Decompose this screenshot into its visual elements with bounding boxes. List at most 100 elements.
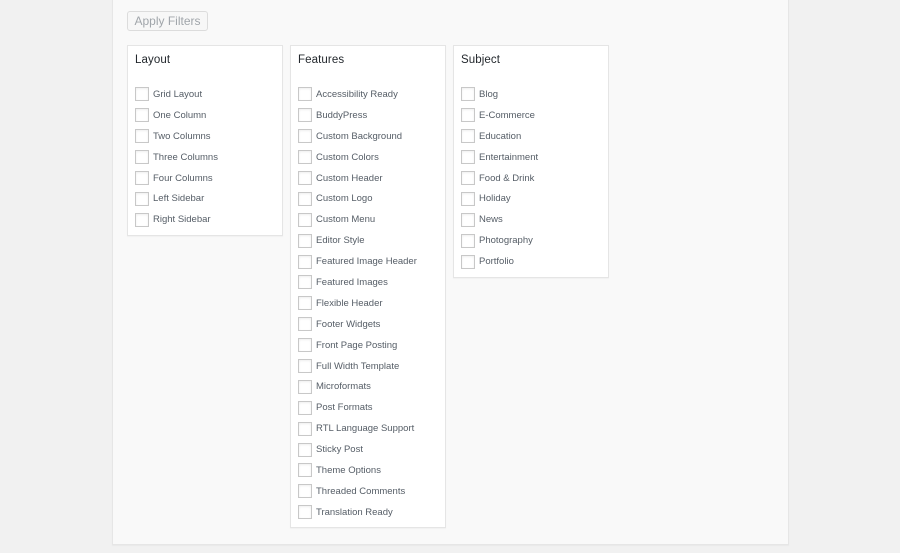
checkbox[interactable] (461, 150, 475, 165)
filter-option-label[interactable]: Front Page Posting (316, 340, 397, 351)
checkbox[interactable] (298, 254, 312, 269)
filter-option-label[interactable]: Three Columns (153, 152, 218, 163)
filter-option[interactable]: Holiday (461, 188, 538, 209)
filter-option-label[interactable]: Featured Images (316, 277, 388, 288)
checkbox[interactable] (298, 171, 312, 185)
checkbox[interactable] (298, 359, 312, 374)
checkbox[interactable] (461, 212, 475, 227)
filter-option[interactable]: Blog (461, 84, 538, 105)
filter-option-label[interactable]: Blog (479, 89, 498, 100)
filter-option-label[interactable]: Entertainment (479, 152, 538, 163)
filter-option[interactable]: Editor Style (298, 230, 417, 251)
filter-option[interactable]: Theme Options (298, 460, 417, 481)
filter-option[interactable]: Three Columns (135, 147, 218, 168)
checkbox[interactable] (298, 379, 312, 394)
checkbox[interactable] (461, 191, 475, 206)
filter-option-label[interactable]: Theme Options (316, 465, 381, 476)
filter-option-label[interactable]: BuddyPress (316, 110, 367, 121)
filter-option[interactable]: Custom Menu (298, 209, 417, 230)
filter-option[interactable]: News (461, 209, 538, 230)
checkbox[interactable] (135, 212, 149, 227)
filter-option[interactable]: One Column (135, 105, 218, 126)
filter-option[interactable]: Entertainment (461, 147, 538, 168)
filter-option-label[interactable]: Editor Style (316, 235, 365, 246)
filter-option[interactable]: Flexible Header (298, 293, 417, 314)
checkbox[interactable] (298, 505, 312, 520)
filter-option-label[interactable]: Footer Widgets (316, 319, 380, 330)
checkbox[interactable] (135, 191, 149, 206)
checkbox[interactable] (135, 129, 149, 144)
filter-option-label[interactable]: Custom Logo (316, 193, 373, 204)
filter-option[interactable]: Four Columns (135, 168, 218, 189)
checkbox[interactable] (298, 87, 312, 102)
checkbox[interactable] (298, 463, 312, 478)
checkbox[interactable] (298, 484, 312, 499)
filter-option[interactable]: Portfolio (461, 251, 538, 272)
filter-option-label[interactable]: RTL Language Support (316, 423, 414, 434)
checkbox[interactable] (298, 150, 312, 165)
filter-option[interactable]: Two Columns (135, 126, 218, 147)
filter-option[interactable]: RTL Language Support (298, 418, 417, 439)
checkbox[interactable] (298, 275, 312, 290)
filter-option[interactable]: Footer Widgets (298, 314, 417, 335)
filter-option-label[interactable]: Custom Menu (316, 214, 375, 225)
filter-option-label[interactable]: Threaded Comments (316, 486, 405, 497)
filter-option-label[interactable]: E-Commerce (479, 110, 535, 121)
filter-option[interactable]: Left Sidebar (135, 188, 218, 209)
checkbox[interactable] (461, 233, 475, 248)
filter-option[interactable]: Accessibility Ready (298, 84, 417, 105)
checkbox[interactable] (298, 296, 312, 311)
filter-option-label[interactable]: Custom Colors (316, 152, 379, 163)
filter-option[interactable]: Translation Ready (298, 502, 417, 523)
checkbox[interactable] (298, 442, 312, 457)
filter-option-label[interactable]: Translation Ready (316, 507, 393, 518)
filter-option-label[interactable]: Accessibility Ready (316, 89, 398, 100)
filter-option[interactable]: Food & Drink (461, 168, 538, 189)
filter-option[interactable]: E-Commerce (461, 105, 538, 126)
filter-option-label[interactable]: Sticky Post (316, 444, 363, 455)
checkbox[interactable] (298, 317, 312, 332)
filter-option[interactable]: Custom Header (298, 168, 417, 189)
checkbox[interactable] (298, 338, 312, 353)
filter-option-label[interactable]: Two Columns (153, 131, 211, 142)
checkbox[interactable] (298, 129, 312, 144)
filter-option[interactable]: BuddyPress (298, 105, 417, 126)
filter-option[interactable]: Front Page Posting (298, 335, 417, 356)
filter-option-label[interactable]: Food & Drink (479, 173, 534, 184)
filter-option-label[interactable]: Microformats (316, 381, 371, 392)
checkbox[interactable] (461, 87, 475, 102)
filter-option-label[interactable]: Four Columns (153, 173, 213, 184)
filter-option-label[interactable]: Education (479, 131, 521, 142)
filter-option[interactable]: Grid Layout (135, 84, 218, 105)
filter-option-label[interactable]: Featured Image Header (316, 256, 417, 267)
filter-option-label[interactable]: Post Formats (316, 402, 373, 413)
checkbox[interactable] (298, 108, 312, 123)
filter-option-label[interactable]: Right Sidebar (153, 214, 211, 225)
checkbox[interactable] (298, 191, 312, 206)
filter-option[interactable]: Threaded Comments (298, 481, 417, 502)
checkbox[interactable] (135, 108, 149, 123)
filter-option[interactable]: Sticky Post (298, 439, 417, 460)
filter-option-label[interactable]: Custom Header (316, 173, 383, 184)
checkbox[interactable] (135, 150, 149, 165)
filter-option-label[interactable]: Photography (479, 235, 533, 246)
filter-option[interactable]: Full Width Template (298, 356, 417, 377)
filter-option[interactable]: Right Sidebar (135, 209, 218, 230)
checkbox[interactable] (135, 87, 149, 102)
apply-filters-button[interactable]: Apply Filters (127, 11, 208, 31)
filter-option-label[interactable]: Full Width Template (316, 361, 399, 372)
filter-option[interactable]: Post Formats (298, 397, 417, 418)
filter-option[interactable]: Custom Colors (298, 147, 417, 168)
checkbox[interactable] (298, 212, 312, 227)
filter-option-label[interactable]: Grid Layout (153, 89, 202, 100)
filter-option-label[interactable]: Flexible Header (316, 298, 383, 309)
checkbox[interactable] (298, 400, 312, 415)
filter-option[interactable]: Featured Image Header (298, 251, 417, 272)
filter-option[interactable]: Featured Images (298, 272, 417, 293)
filter-option-label[interactable]: Custom Background (316, 131, 402, 142)
filter-option[interactable]: Photography (461, 230, 538, 251)
checkbox[interactable] (298, 233, 312, 248)
filter-option[interactable]: Custom Logo (298, 188, 417, 209)
filter-option[interactable]: Microformats (298, 376, 417, 397)
checkbox[interactable] (461, 108, 475, 123)
